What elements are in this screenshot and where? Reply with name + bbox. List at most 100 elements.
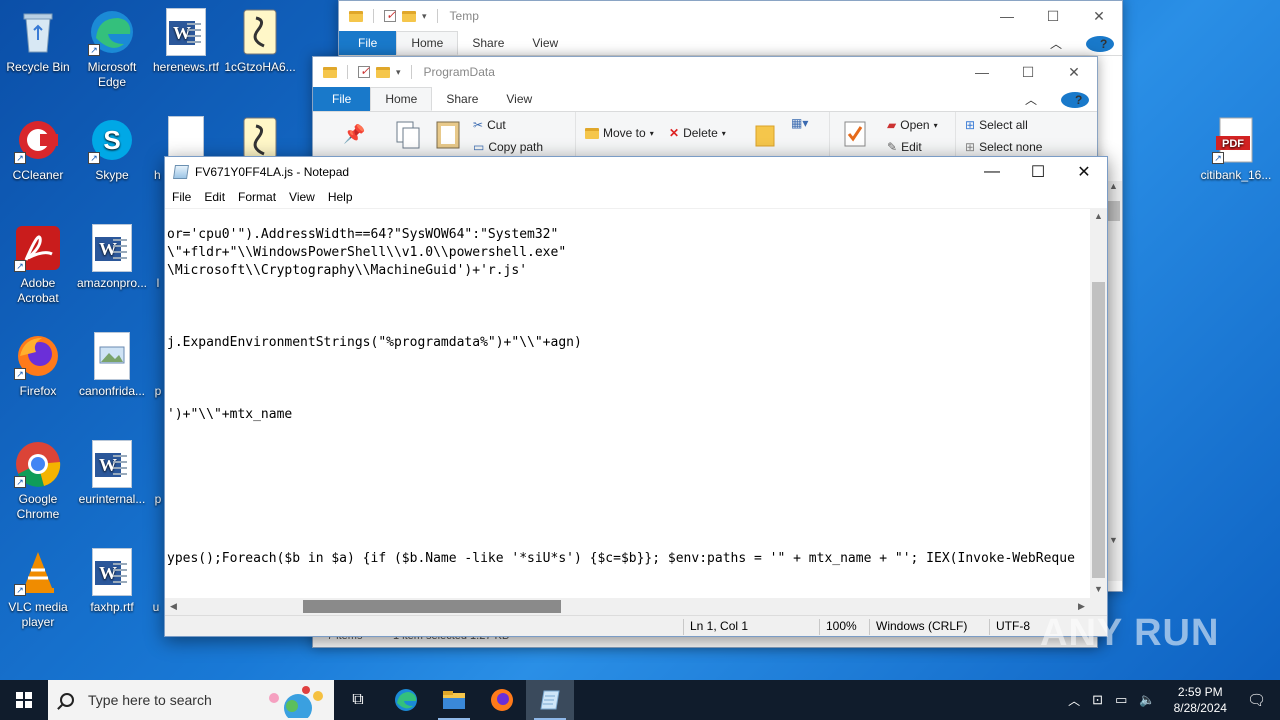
search-box[interactable]: Type here to search [48,680,334,720]
scroll-left-icon[interactable]: ◀ [165,598,182,615]
taskbar-notepad[interactable] [526,680,574,720]
desktop-icon-canonfrida[interactable]: canonfrida... [74,332,150,399]
taskbar-file-explorer[interactable] [430,680,478,720]
properties-icon[interactable] [358,64,370,78]
menu-edit[interactable]: Edit [197,190,231,204]
new-folder-icon[interactable] [376,66,390,78]
desktop-icon-amazonpro[interactable]: W amazonpro... [74,224,150,291]
display-icon[interactable]: ▭ [1109,692,1133,708]
close-button[interactable]: ✕ [1051,57,1097,87]
network-icon[interactable]: ⊡ [1086,692,1109,708]
scroll-up-icon[interactable]: ▲ [1090,208,1107,225]
desktop-icon-skype[interactable]: S ↗ Skype [74,116,150,183]
start-button[interactable] [0,680,48,720]
select-none-button[interactable]: ⊞ Select none [965,140,1042,154]
scroll-down-icon[interactable]: ▼ [1090,581,1107,598]
desktop-icon-faxhp[interactable]: W faxhp.rtf [74,548,150,615]
menu-file[interactable]: File [165,190,197,204]
title-bar[interactable]: FV671Y0FF4LA.js - Notepad — ☐ ✕ [165,157,1107,187]
tab-view[interactable]: View [518,31,572,55]
file-explorer-icon [443,691,465,709]
tab-share[interactable]: Share [458,31,518,55]
chevron-down-icon[interactable]: ▾ [422,11,427,22]
desktop-icon-microsoft-edge[interactable]: ↗ Microsoft Edge [74,8,150,90]
desktop-icon-1cgtzoha6[interactable]: 1cGtzoHA6... [222,8,298,75]
tab-home[interactable]: Home [396,31,459,55]
clock[interactable]: 2:59 PM 8/28/2024 [1162,684,1239,716]
edit-button[interactable]: ✎ Edit [887,140,922,154]
desktop-icon-ccleaner[interactable]: ↗ CCleaner [0,116,76,183]
collapse-ribbon-icon[interactable]: ︿ [1036,35,1076,52]
shortcut-arrow-icon: ↗ [88,44,100,56]
maximize-button[interactable]: ☐ [1030,1,1076,31]
copy-path-button[interactable]: ▭ Copy path [473,140,543,154]
tab-file[interactable]: File [313,87,371,111]
folder-icon [585,127,599,139]
maximize-button[interactable]: ☐ [1005,57,1051,87]
help-icon[interactable]: ? [1086,35,1114,52]
tab-file[interactable]: File [339,31,397,55]
properties-icon[interactable] [384,8,396,22]
chevron-up-icon[interactable]: ︿ [1062,692,1086,709]
minimize-button[interactable]: — [984,1,1030,31]
minimize-button[interactable]: — [969,157,1015,187]
desktop-icon-firefox[interactable]: ↗ Firefox [0,332,76,399]
text-editor-area[interactable]: or='cpu0'").AddressWidth==64?"SysWOW64":… [165,208,1090,598]
desktop-icon-eurinternal[interactable]: W eurinternal... [74,440,150,507]
title-bar[interactable]: ▾ Temp — ☐ ✕ [339,1,1122,31]
tab-view[interactable]: View [492,87,546,111]
taskbar-edge[interactable] [382,680,430,720]
delete-button[interactable]: ✕ Delete ▾ [669,126,726,140]
desktop-icon-google-chrome[interactable]: ↗ Google Chrome [0,440,76,522]
desktop-icon-vlc[interactable]: ↗ VLC media player [0,548,76,630]
code-line: or='cpu0'").AddressWidth==64?"SysWOW64":… [167,227,559,242]
window-title: FV671Y0FF4LA.js - Notepad [195,165,350,179]
notepad-window[interactable]: FV671Y0FF4LA.js - Notepad — ☐ ✕ File Edi… [164,156,1108,637]
copy-icon[interactable] [395,120,421,150]
move-to-button[interactable]: Move to ▾ [585,126,654,140]
title-bar[interactable]: ▾ ProgramData — ☐ ✕ [313,57,1097,87]
paste-icon[interactable] [435,118,461,150]
open-button[interactable]: ▰ Open ▾ [887,118,938,132]
horizontal-scrollbar[interactable]: ◀ ▶ [165,598,1090,615]
volume-icon[interactable]: 🔈 [1133,692,1161,708]
menu-format[interactable]: Format [231,190,282,204]
shortcut-arrow-icon: ↗ [14,152,26,164]
cut-button[interactable]: ✂ Cut [473,118,506,132]
select-none-label: Select none [979,140,1043,154]
collapse-ribbon-icon[interactable]: ︿ [1011,91,1051,108]
scroll-thumb[interactable] [1092,282,1105,578]
menu-view[interactable]: View [282,190,321,204]
maximize-button[interactable]: ☐ [1015,157,1061,187]
desktop-icon-herenews[interactable]: W herenews.rtf [148,8,224,75]
desktop-icon-adobe-acrobat[interactable]: ↗ Adobe Acrobat [0,224,76,306]
task-view-button[interactable]: ⧉ [334,680,382,720]
new-item-icon[interactable]: ▦▾ [791,116,808,130]
desktop-icon-label: CCleaner [12,168,64,182]
close-button[interactable]: ✕ [1076,1,1122,31]
desktop-icon-citibank[interactable]: PDF ↗ citibank_16... [1198,116,1274,183]
minimize-button[interactable]: — [959,57,1005,87]
cut-label: Cut [487,118,506,132]
chevron-down-icon[interactable]: ▾ [396,67,401,78]
new-folder-large-icon[interactable] [755,120,775,148]
pin-icon[interactable]: 📌 [343,124,365,145]
desktop-icon-label: citibank_16... [1200,168,1272,182]
tab-home[interactable]: Home [370,87,433,111]
help-icon[interactable]: ? [1061,91,1089,108]
desktop-icon-recycle-bin[interactable]: Recycle Bin [0,8,76,75]
new-folder-icon[interactable] [402,10,416,22]
vertical-scrollbar[interactable]: ▲ ▼ [1090,208,1107,598]
scroll-thumb[interactable] [303,600,561,613]
tab-share[interactable]: Share [432,87,492,111]
notifications-icon[interactable]: 🗨 [1239,691,1280,709]
select-all-button[interactable]: ⊞ Select all [965,118,1028,132]
close-button[interactable]: ✕ [1061,157,1107,187]
menu-help[interactable]: Help [321,190,359,204]
status-bar: Ln 1, Col 1 100% Windows (CRLF) UTF-8 [165,615,1107,636]
desktop-icon-label: amazonpro... [76,276,148,290]
properties-large-icon[interactable] [843,120,867,148]
taskbar-firefox[interactable] [478,680,526,720]
